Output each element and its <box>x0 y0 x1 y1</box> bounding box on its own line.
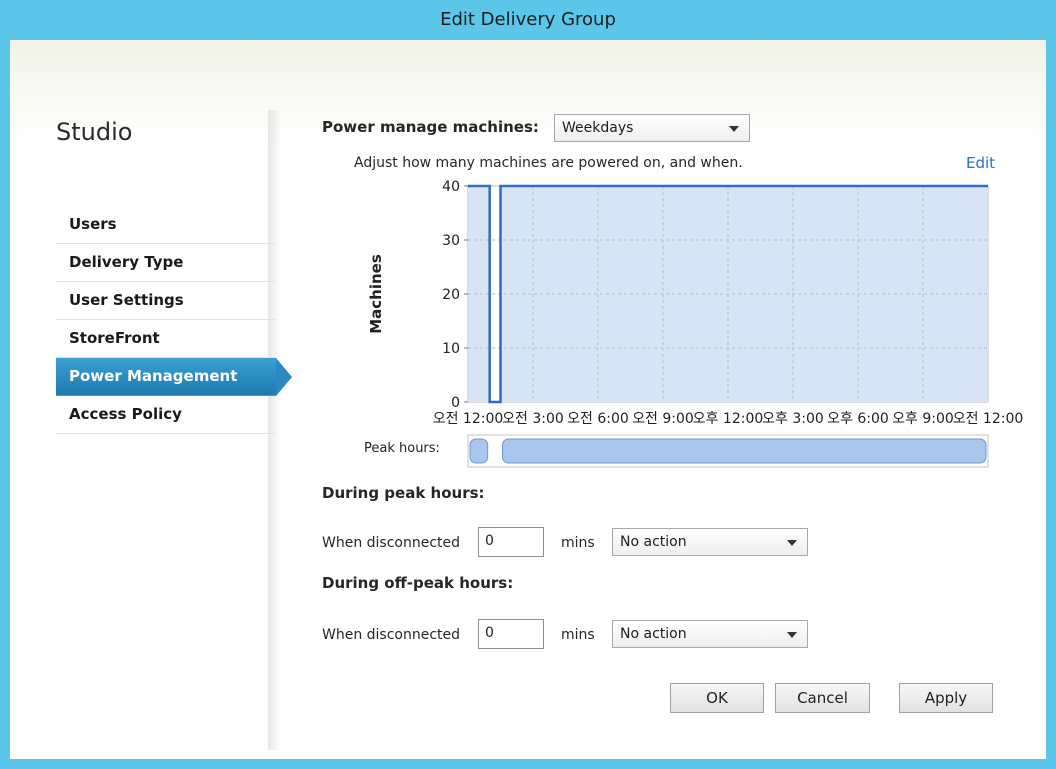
machines-chart: 010203040Machines오전 12:00오전 3:00 오전 6:00 오… <box>364 179 1024 468</box>
sidebar-item-users[interactable]: Users <box>56 206 276 244</box>
cancel-button[interactable]: Cancel <box>775 683 870 713</box>
offpeak-heading: During off-peak hours: <box>322 574 514 592</box>
title-bar: Edit Delivery Group <box>0 0 1056 40</box>
schedule-dropdown[interactable]: Weekdays <box>554 114 750 142</box>
sidebar-item-access-policy[interactable]: Access Policy <box>56 396 276 434</box>
x-tick-label: 오후 6:00 <box>827 411 889 427</box>
peak-mins-label: mins <box>561 535 595 551</box>
chevron-down-icon <box>787 540 797 546</box>
x-tick-label: 오전 12:00 <box>433 411 504 427</box>
sidebar-item-delivery-type[interactable]: Delivery Type <box>56 244 276 282</box>
offpeak-action-dropdown[interactable]: No action <box>612 620 808 648</box>
offpeak-minutes-input[interactable]: 0 <box>478 619 544 649</box>
chevron-down-icon <box>729 126 739 132</box>
y-tick-label: 40 <box>442 179 460 195</box>
offpeak-action-value: No action <box>620 626 687 642</box>
x-tick-label: 오전 12:00 <box>953 411 1024 427</box>
power-description: Adjust how many machines are powered on,… <box>354 155 743 171</box>
x-tick-label: 오후 12:00 <box>693 411 764 427</box>
peak-hours-label: Peak hours: <box>364 441 440 456</box>
x-tick-label: 오전 3:00 <box>502 411 564 427</box>
sidebar-item-label: Power Management <box>69 367 238 385</box>
x-tick-label: 오전 6:00 <box>567 411 629 427</box>
peak-range-bar <box>469 438 489 464</box>
y-axis-label: Machines <box>367 254 385 334</box>
active-arrow-icon <box>276 358 292 396</box>
studio-title: Studio <box>56 118 133 146</box>
x-tick-label: 오후 3:00 <box>762 411 824 427</box>
x-tick-label: 오후 9:00 <box>892 411 954 427</box>
offpeak-disconnected-label: When disconnected <box>322 627 461 643</box>
sidebar-item-storefront[interactable]: StoreFront <box>56 320 276 358</box>
y-tick-label: 20 <box>442 287 460 303</box>
peak-heading: During peak hours: <box>322 484 485 502</box>
ok-button[interactable]: OK <box>670 683 764 713</box>
apply-button[interactable]: Apply <box>899 683 993 713</box>
sidebar-item-label: Delivery Type <box>69 253 184 271</box>
peak-action-value: No action <box>620 534 687 550</box>
y-tick-label: 10 <box>442 341 460 357</box>
y-tick-label: 30 <box>442 233 460 249</box>
sidebar-item-power-management[interactable]: Power Management <box>56 358 292 396</box>
chevron-down-icon <box>787 632 797 638</box>
sidebar-item-label: Users <box>69 215 117 233</box>
window-title: Edit Delivery Group <box>440 9 616 30</box>
peak-disconnected-label: When disconnected <box>322 535 461 551</box>
sidebar-item-user-settings[interactable]: User Settings <box>56 282 276 320</box>
peak-action-dropdown[interactable]: No action <box>612 528 808 556</box>
edit-link[interactable]: Edit <box>966 154 995 172</box>
sidebar-item-label: StoreFront <box>69 329 160 347</box>
sidebar-item-label: User Settings <box>69 291 184 309</box>
sidebar-nav: Users Delivery Type User Settings StoreF… <box>56 206 292 434</box>
x-tick-label: 오전 9:00 <box>632 411 694 427</box>
schedule-value: Weekdays <box>562 120 634 136</box>
sidebar-item-label: Access Policy <box>69 405 182 423</box>
peak-minutes-input[interactable]: 0 <box>478 527 544 557</box>
peak-range-bar <box>502 438 987 464</box>
y-tick-label: 0 <box>451 395 460 411</box>
power-manage-label: Power manage machines: <box>322 118 539 136</box>
offpeak-mins-label: mins <box>561 627 595 643</box>
dialog-window: Studio Users Delivery Type User Settings… <box>10 40 1046 759</box>
